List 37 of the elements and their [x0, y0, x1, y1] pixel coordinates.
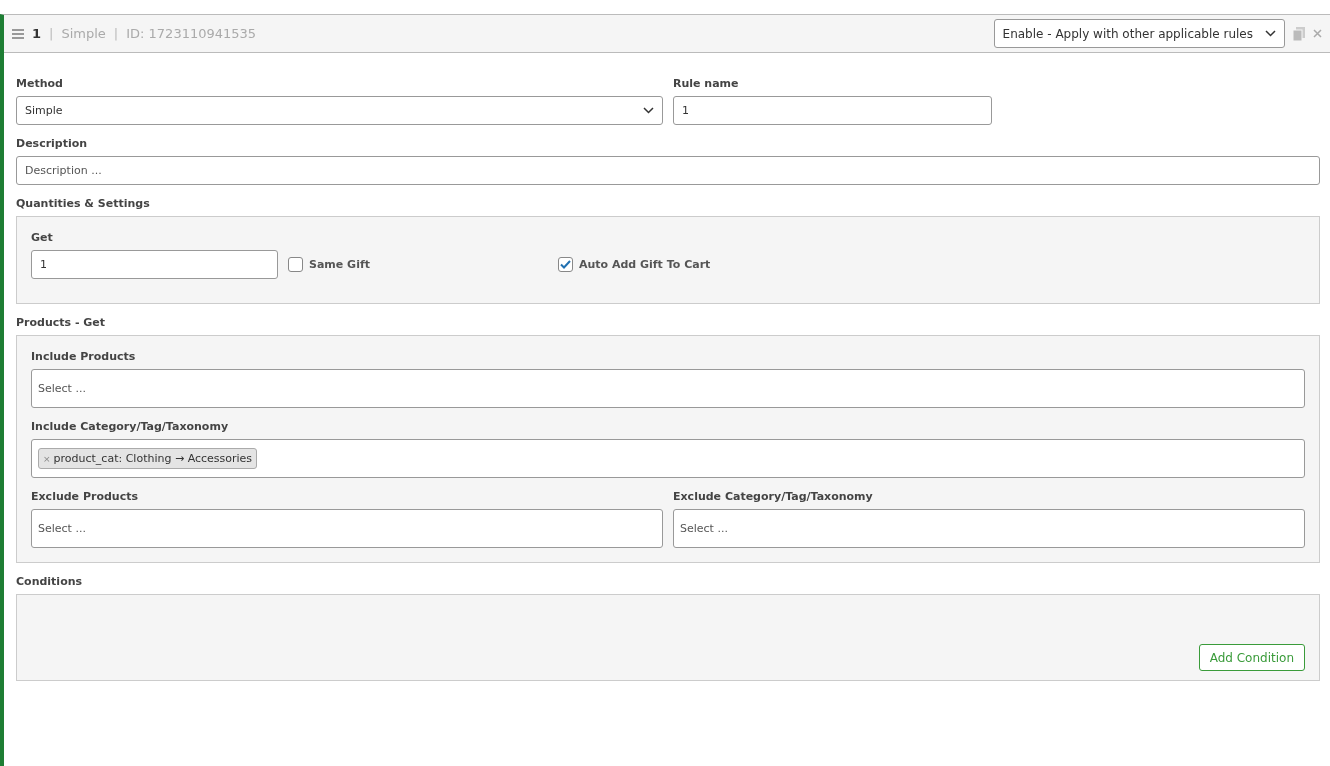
close-icon[interactable] — [1313, 29, 1322, 38]
header-text: Simple — [61, 26, 106, 41]
chevron-down-icon[interactable] — [1265, 30, 1276, 37]
status-select[interactable]: Enable - Apply with other applicable rules — [993, 19, 1285, 48]
select-field[interactable]: Select ... — [673, 509, 1305, 548]
separator: | — [113, 26, 119, 41]
add-condition-button[interactable]: Add Condition — [1198, 644, 1305, 671]
field-label: Exclude Products — [31, 490, 139, 503]
checkbox-label: Same Gift — [309, 258, 370, 271]
field-label: Method — [16, 77, 64, 90]
checkbox-label: Auto Add Gift To Cart — [578, 258, 711, 271]
tag-label: product_cat: Clothing → Accessories — [53, 452, 253, 465]
section-title: Conditions — [16, 575, 84, 588]
method-select[interactable]: Simple — [16, 96, 663, 125]
header-text: ID: 1723110941535 — [126, 26, 257, 41]
select-field[interactable]: Select ... — [31, 369, 1305, 408]
field-label: Get — [31, 231, 54, 244]
checkbox[interactable] — [288, 257, 303, 272]
section-title: Quantities & Settings — [16, 197, 151, 210]
chevron-down-icon[interactable] — [643, 107, 654, 114]
checkbox[interactable] — [557, 257, 573, 272]
section-title: Products - Get — [16, 316, 107, 329]
separator: | — [49, 26, 54, 41]
input-field[interactable]: Description ... — [16, 156, 1320, 185]
input-field[interactable]: 1 — [673, 96, 992, 125]
field-label: Description — [16, 137, 89, 150]
select-field[interactable]: × product_cat: Clothing → Accessories — [31, 439, 1305, 478]
field-label: Include Products — [31, 350, 137, 363]
field-label: Rule name — [673, 77, 740, 90]
select-field[interactable]: Select ... — [31, 509, 663, 548]
field-label: Exclude Category/Tag/Taxonomy — [673, 490, 874, 503]
tag-chip[interactable]: × product_cat: Clothing → Accessories — [38, 448, 258, 469]
rule-number: 1 — [32, 26, 42, 41]
field-label: Include Category/Tag/Taxonomy — [31, 420, 230, 433]
checkmark-icon — [559, 260, 571, 269]
input-field[interactable]: 1 — [31, 250, 278, 279]
drag-handle-icon[interactable] — [12, 28, 24, 39]
